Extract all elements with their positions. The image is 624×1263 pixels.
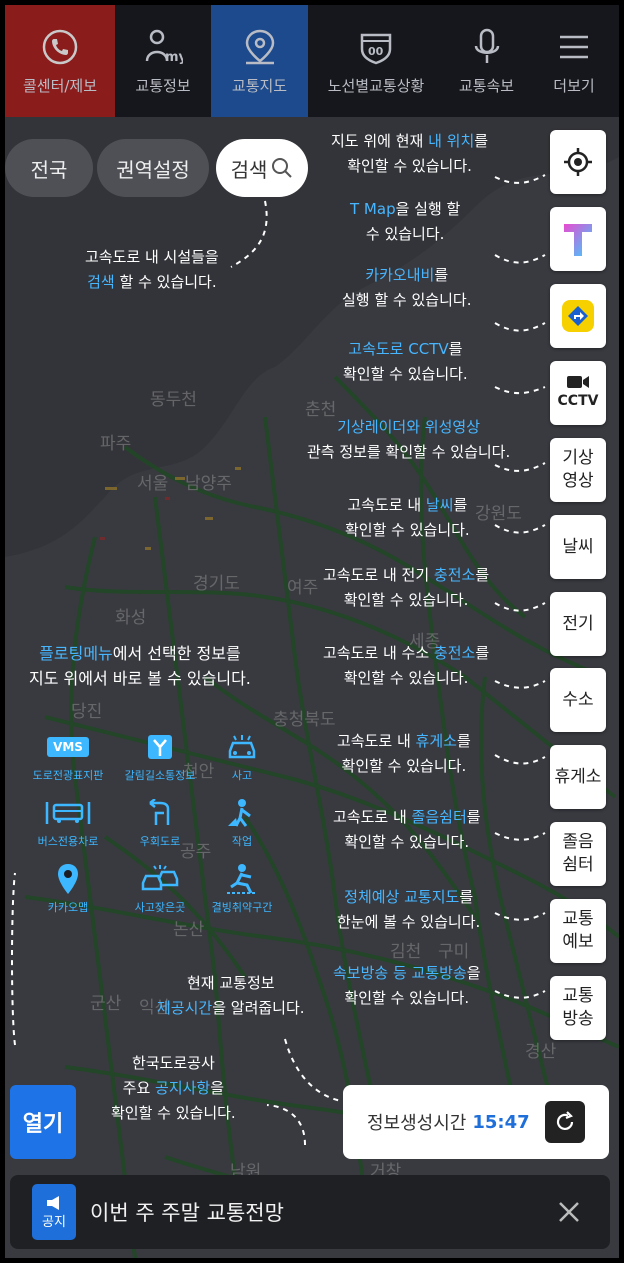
bus-lane-icon: [45, 802, 91, 824]
refresh-button[interactable]: [545, 1101, 585, 1143]
note-drowsy-shelter: 고속도로 내 졸음쉼터를 확인할 수 있습니다.: [333, 808, 481, 851]
vms-icon: VMS: [47, 737, 89, 757]
legend-label: 카카오맵: [47, 901, 89, 914]
note-weather-radar: 기상레이더와 위성영상 관측 정보를 확인할 수 있습니다.: [307, 418, 511, 461]
legend-accident: 사고: [187, 731, 297, 783]
notice-banner[interactable]: 공지 이번 주 주말 교통전망: [10, 1175, 610, 1249]
close-icon[interactable]: [552, 1195, 586, 1229]
note-kakao-navi: 카카오내비를 실행 할 수 있습니다.: [342, 266, 472, 309]
note-my-location: 지도 위에 현재 내 위치를 확인할 수 있습니다.: [331, 132, 489, 175]
accident-icon: [228, 735, 256, 759]
notice-text: 이번 주 주말 교통전망: [90, 1201, 284, 1225]
megaphone-icon: [47, 1195, 59, 1210]
note-traffic-broadcast: 속보방송 등 교통방송을 확인할 수 있습니다.: [333, 964, 481, 1007]
legend-label: 버스전용차로: [37, 835, 99, 848]
legend-label: 우회도로: [139, 835, 181, 848]
notice-badge-label: 공지: [42, 1214, 66, 1230]
note-weather: 고속도로 내 날씨를 확인할 수 있습니다.: [345, 496, 470, 539]
open-floating-menu-button[interactable]: 열기: [10, 1085, 76, 1159]
open-button-label: 열기: [22, 1112, 64, 1137]
note-rest-area: 고속도로 내 휴게소를 확인할 수 있습니다.: [337, 732, 471, 775]
note-info-time: 현재 교통정보 제공시간을 알려줍니다.: [157, 974, 305, 1017]
legend-label: 작업: [231, 835, 253, 848]
legend-roadwork: 작업: [187, 797, 297, 849]
note-floating-menu: 플로팅메뉴에서 선택한 정보를 지도 위에서 바로 볼 수 있습니다.: [29, 644, 251, 688]
detour-icon: [149, 799, 170, 825]
refresh-icon: [556, 1111, 574, 1131]
note-facility-search: 고속도로 내 시설들을 검색 할 수 있습니다.: [85, 248, 219, 291]
info-time: 15:47: [472, 1111, 530, 1133]
info-label: 정보생성시간: [367, 1113, 467, 1134]
legend-icy-road: 결빙취약구간: [187, 863, 297, 915]
app-frame: 동두천 파주 서울 남양주 춘천 강원도 경기도 여주 화성 당진 충청북도 세…: [5, 5, 619, 1258]
legend-label: 결빙취약구간: [211, 901, 273, 914]
note-cctv: 고속도로 CCTV를 확인할 수 있습니다.: [343, 340, 468, 383]
note-ev-charger: 고속도로 내 전기 충전소를 확인할 수 있습니다.: [323, 566, 490, 609]
legend-label: 사고: [231, 769, 253, 782]
legend-label: 도로전광표지판: [32, 769, 104, 782]
notice-badge: 공지: [32, 1184, 76, 1240]
legend-label: 갈림길소통정보: [124, 769, 196, 782]
junction-icon: [148, 735, 172, 759]
note-hydrogen-charger: 고속도로 내 수소 충전소를 확인할 수 있습니다.: [323, 644, 490, 687]
note-tmap: T Map을 실행 할수 있습니다.: [350, 200, 461, 243]
note-notice: 한국도로공사 주요 공지사항을 확인할 수 있습니다.: [111, 1054, 236, 1122]
note-congestion-map: 정체예상 교통지도를 한눈에 볼 수 있습니다.: [337, 888, 481, 931]
tutorial-arrows: [11, 174, 546, 1146]
roadwork-icon: [228, 799, 251, 827]
frequent-accident-icon: [141, 865, 179, 891]
info-generated-time-card: 정보생성시간 15:47: [343, 1085, 609, 1159]
legend-label: 사고잦은곳: [134, 901, 186, 914]
kakao-map-pin-icon: [58, 864, 78, 894]
icy-road-icon: [227, 864, 257, 894]
